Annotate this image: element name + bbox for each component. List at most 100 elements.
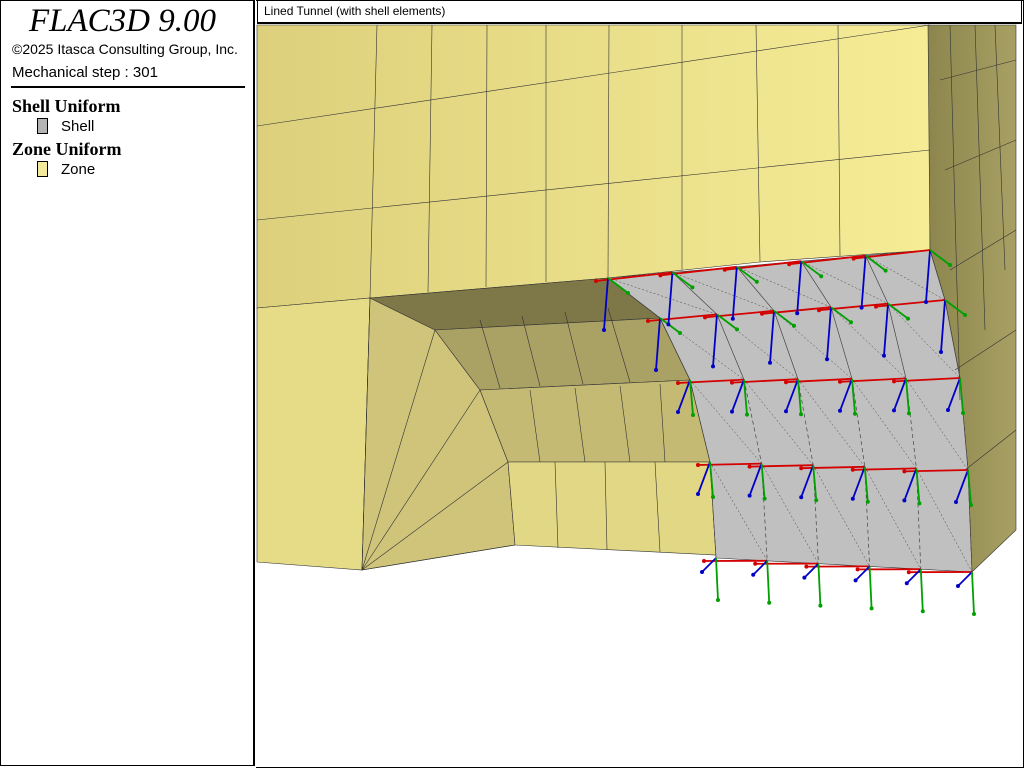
x-axis-arrow-head xyxy=(703,315,707,320)
x-axis-arrow-head xyxy=(747,464,752,469)
x-axis-arrow-head xyxy=(760,311,764,316)
y-axis-arrow-head xyxy=(917,501,922,506)
x-axis-arrow-head xyxy=(784,380,788,385)
y-axis-arrow-head xyxy=(626,291,630,295)
x-axis-arrow-head xyxy=(874,304,878,309)
z-axis-arrow-head xyxy=(939,350,943,354)
x-axis-arrow-head xyxy=(722,267,727,272)
x-axis-arrow-head xyxy=(730,380,734,385)
y-axis-arrow xyxy=(868,566,873,609)
y-axis-arrow-head xyxy=(799,412,803,417)
x-axis-arrow-head xyxy=(594,279,598,283)
x-axis-arrow-head xyxy=(676,381,680,385)
z-axis-arrow-head xyxy=(799,495,804,500)
y-axis-arrow-head xyxy=(969,503,973,507)
z-axis-arrow-head xyxy=(902,498,907,503)
legend-zone-label: Zone xyxy=(61,161,96,178)
x-axis-arrow-head xyxy=(906,570,911,575)
y-axis-arrow-head xyxy=(869,606,874,611)
y-axis-arrow-head xyxy=(907,411,911,416)
y-axis-arrow-head xyxy=(745,412,749,417)
shell-swatch xyxy=(37,118,48,134)
z-axis-arrow-head xyxy=(696,492,700,496)
x-axis-arrow-head xyxy=(804,564,809,569)
x-axis-arrow-head xyxy=(892,379,896,384)
z-axis-arrow-head xyxy=(892,408,896,413)
z-axis-arrow-head xyxy=(751,572,756,577)
z-axis-arrow-head xyxy=(838,408,842,413)
z-axis-arrow-head xyxy=(666,322,671,327)
z-axis-arrow-head xyxy=(825,357,829,362)
z-axis-arrow-head xyxy=(784,409,788,414)
x-axis-arrow-head xyxy=(753,561,758,566)
y-axis-arrow xyxy=(971,571,975,615)
z-axis-arrow-head xyxy=(700,570,704,574)
z-axis-arrow-head xyxy=(795,311,800,316)
y-axis-arrow-head xyxy=(865,499,870,504)
model-viewport[interactable] xyxy=(256,0,1024,768)
z-axis-arrow-head xyxy=(924,300,928,304)
y-axis-arrow-head xyxy=(961,411,965,415)
z-axis-arrow-head xyxy=(602,328,606,332)
y-axis-arrow-head xyxy=(906,316,910,321)
y-axis-arrow xyxy=(715,557,719,601)
mechanical-step: Mechanical step : 301 xyxy=(12,64,158,81)
y-axis-arrow-head xyxy=(716,598,720,602)
z-axis-arrow-head xyxy=(853,578,858,583)
y-axis-arrow-head xyxy=(819,274,824,279)
z-axis-arrow-head xyxy=(850,496,855,501)
legend-shell-title: Shell Uniform xyxy=(12,96,121,116)
legend-panel: FLAC3D 9.00 ©2025 Itasca Consulting Grou… xyxy=(0,0,255,766)
y-axis-arrow-head xyxy=(767,600,772,605)
legend-shell-label: Shell xyxy=(61,118,95,135)
app-title: FLAC3D 9.00 xyxy=(29,3,217,39)
x-axis-arrow-head xyxy=(787,262,792,267)
tunnel-wall-band-3 xyxy=(507,461,717,556)
x-axis-arrow-head xyxy=(838,379,842,384)
x-axis-arrow-head xyxy=(658,273,663,278)
y-axis-arrow-head xyxy=(814,498,819,503)
y-axis-arrow-head xyxy=(853,411,857,416)
z-axis-arrow-head xyxy=(730,409,734,414)
z-axis-arrow-head xyxy=(730,316,735,321)
y-axis-arrow-head xyxy=(920,609,925,614)
view-title: Lined Tunnel (with shell elements) xyxy=(257,0,1022,24)
y-axis-arrow-head xyxy=(762,496,767,501)
z-axis-arrow-head xyxy=(768,360,772,365)
y-axis-arrow-head xyxy=(735,327,739,332)
z-axis-arrow-head xyxy=(954,500,958,504)
zone-swatch xyxy=(37,161,48,177)
y-axis-arrow-head xyxy=(948,263,952,267)
z-axis-arrow xyxy=(957,571,973,587)
x-axis-arrow-head xyxy=(702,559,706,563)
z-axis-arrow-head xyxy=(882,353,886,358)
z-axis-arrow-head xyxy=(904,581,909,586)
z-axis-arrow-head xyxy=(802,575,807,580)
y-axis-arrow-head xyxy=(754,279,759,284)
y-axis-arrow-head xyxy=(849,320,853,325)
z-axis-arrow-head xyxy=(946,408,950,412)
y-axis-arrow-head xyxy=(883,268,888,273)
y-axis-arrow-head xyxy=(972,612,976,616)
y-axis-arrow-head xyxy=(691,413,695,417)
x-axis-arrow-head xyxy=(696,463,700,467)
z-axis-arrow-head xyxy=(676,410,680,414)
tunnel-wall-band-2 xyxy=(479,379,711,463)
x-axis-arrow-head xyxy=(851,256,856,261)
z-axis-arrow-head xyxy=(859,305,864,310)
z-axis-arrow-head xyxy=(654,368,658,372)
tunnel-wall-band-1 xyxy=(434,317,691,391)
z-axis-arrow-head xyxy=(711,364,715,369)
legend-zone-title: Zone Uniform xyxy=(12,139,122,159)
y-axis-arrow xyxy=(766,560,771,603)
x-axis-arrow-head xyxy=(817,308,821,313)
x-axis-arrow-head xyxy=(850,467,855,472)
x-axis-arrow-head xyxy=(902,469,907,474)
y-axis-arrow-head xyxy=(818,603,823,608)
x-axis-arrow-head xyxy=(855,567,860,572)
y-axis-arrow-head xyxy=(711,495,715,499)
y-axis-arrow xyxy=(919,569,924,612)
z-axis-arrow-head xyxy=(956,584,960,588)
copyright-text: ©2025 Itasca Consulting Group, Inc. xyxy=(12,41,238,57)
x-axis-arrow-head xyxy=(646,319,650,323)
